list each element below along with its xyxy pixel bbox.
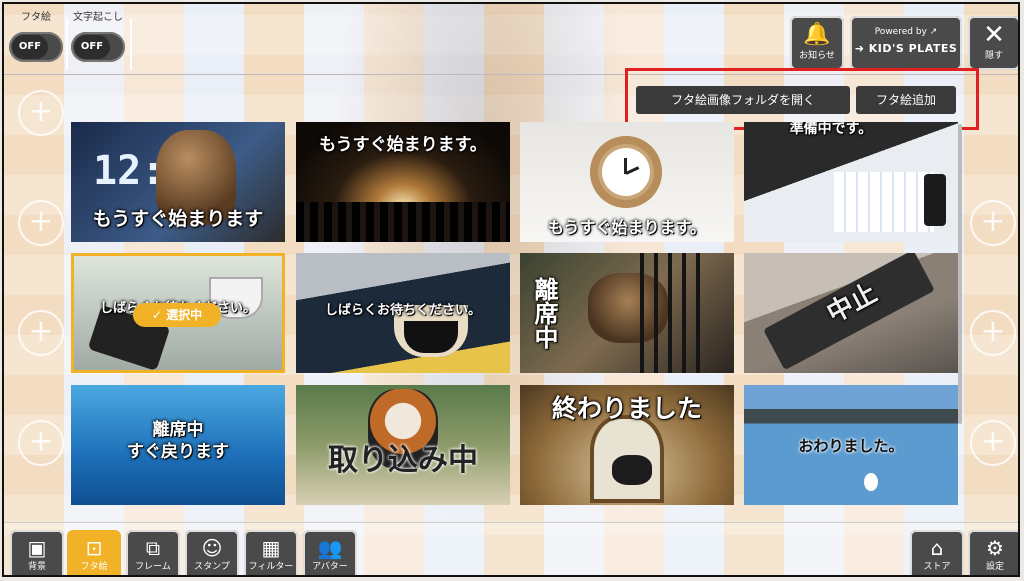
lid-image-tile[interactable]: 準備中です。 bbox=[744, 122, 958, 242]
image-icon: ▣ bbox=[27, 536, 47, 560]
wall-clock-image bbox=[590, 136, 662, 208]
toolbar-label: フレーム bbox=[135, 562, 171, 572]
tile-caption: もうすぐ始まります。 bbox=[319, 135, 487, 155]
selected-badge: ✓ 選択中 bbox=[133, 303, 221, 327]
toggle-state: OFF bbox=[12, 35, 48, 59]
plus-circle-icon: + bbox=[18, 200, 64, 246]
toggle-switch[interactable]: OFF bbox=[9, 32, 63, 62]
lid-image-tile[interactable]: おわりました。 bbox=[744, 385, 958, 505]
lid-image-tile-selected[interactable]: しばらくお待ちください。 ✓ 選択中 bbox=[71, 253, 285, 373]
notifications-button[interactable]: 🔔 お知らせ bbox=[790, 16, 844, 70]
toolbar-label: ストア bbox=[923, 562, 951, 572]
plus-circle-icon: + bbox=[18, 420, 64, 466]
toolbar-label: スタンプ bbox=[194, 562, 230, 572]
hide-label: 隠す bbox=[984, 51, 1003, 61]
lid-image-tile[interactable]: 離席中 bbox=[520, 253, 734, 373]
plus-circle-icon: + bbox=[18, 90, 64, 136]
lid-image-tile[interactable]: しばらくお待ちください。 bbox=[296, 253, 510, 373]
plus-circle-icon: + bbox=[18, 310, 64, 356]
tile-caption: 終わりました bbox=[551, 394, 702, 423]
tile-caption: 準備中です。 bbox=[789, 122, 873, 137]
toggle-switch[interactable]: OFF bbox=[71, 32, 125, 62]
tile-caption: 離席中 bbox=[530, 277, 558, 349]
plus-circle-icon: + bbox=[970, 200, 1016, 246]
lid-icon: ⊡ bbox=[85, 536, 103, 560]
smile-icon: ☺ bbox=[201, 536, 223, 560]
lid-image-tile[interactable]: もうすぐ始まります。 bbox=[520, 122, 734, 242]
external-link-icon: ↗ bbox=[929, 27, 938, 37]
chair-image bbox=[640, 253, 700, 373]
lid-image-tile[interactable]: 中止 bbox=[744, 253, 958, 373]
lid-image-tile[interactable]: 離席中 すぐ戻ります bbox=[71, 385, 285, 505]
toggle-label: フタ絵 bbox=[21, 12, 51, 23]
toggle-state: OFF bbox=[74, 35, 110, 59]
red-highlight-box bbox=[625, 68, 979, 130]
app-window: + + + + + + + フタ絵 OFF 文字起こし OFF 🔔 お知らせ P… bbox=[2, 2, 1020, 577]
tile-caption: 離席中 すぐ戻ります bbox=[127, 420, 229, 462]
cat-photo bbox=[612, 455, 652, 485]
toolbar-filter-button[interactable]: ▦ フィルター bbox=[244, 530, 298, 575]
toolbar-background-button[interactable]: ▣ 背景 bbox=[10, 530, 64, 575]
crowd-silhouette bbox=[296, 202, 510, 242]
toggle-lid-image[interactable]: フタ絵 OFF bbox=[6, 10, 66, 72]
tile-caption: 取り込み中 bbox=[328, 443, 478, 478]
divider bbox=[130, 18, 132, 70]
brand-name: ➜ KID'S PLATES bbox=[854, 42, 958, 55]
tile-caption: 中止 bbox=[822, 278, 883, 330]
tile-caption: しばらくお待ちください。 bbox=[324, 303, 481, 318]
tile-caption: おわりました。 bbox=[798, 437, 904, 455]
store-icon: ⌂ bbox=[930, 536, 944, 560]
kids-plates-link[interactable]: Powered by ↗ ➜ KID'S PLATES bbox=[850, 16, 962, 70]
hide-button[interactable]: ✕ 隠す bbox=[968, 16, 1018, 70]
avatar-icon: 👥 bbox=[317, 536, 343, 560]
lid-image-tile[interactable]: 取り込み中 bbox=[296, 385, 510, 505]
filter-icon: ▦ bbox=[261, 536, 281, 560]
toolbar-lid-button[interactable]: ⊡ フタ絵 bbox=[67, 530, 121, 575]
toolbar-label: 背景 bbox=[27, 562, 46, 572]
toggle-label: 文字起こし bbox=[73, 12, 123, 23]
toolbar-avatar-button[interactable]: 👥 アバター bbox=[303, 530, 357, 575]
toolbar-label: フィルター bbox=[248, 562, 294, 572]
brand-logo-icon: ➜ bbox=[854, 42, 865, 55]
toggle-transcription[interactable]: 文字起こし OFF bbox=[68, 10, 128, 72]
lid-image-tile[interactable]: 12:58 もうすぐ始まります bbox=[71, 122, 285, 242]
frame-icon: ⧉ bbox=[145, 536, 161, 560]
lid-image-tile[interactable]: もうすぐ始まります。 bbox=[296, 122, 510, 242]
toolbar-settings-button[interactable]: ⚙ 設定 bbox=[968, 530, 1018, 575]
toolbar-frame-button[interactable]: ⧉ フレーム bbox=[126, 530, 180, 575]
toolbar-stamp-button[interactable]: ☺ スタンプ bbox=[185, 530, 239, 575]
lid-image-tile[interactable]: 終わりました bbox=[520, 385, 734, 505]
powered-by-text: Powered by ↗ bbox=[874, 27, 938, 37]
toolbar-store-button[interactable]: ⌂ ストア bbox=[910, 530, 964, 575]
toolbar-label: 設定 bbox=[985, 562, 1004, 572]
seagull-image bbox=[864, 473, 878, 491]
grid-scrollbar[interactable] bbox=[958, 124, 962, 424]
chart-papers-image bbox=[834, 172, 934, 232]
tile-caption: もうすぐ始まります bbox=[92, 208, 264, 230]
bell-icon: 🔔 bbox=[803, 22, 831, 47]
phone-image bbox=[924, 174, 946, 226]
gear-icon: ⚙ bbox=[986, 536, 1004, 560]
plus-circle-icon: + bbox=[970, 310, 1016, 356]
plus-circle-icon: + bbox=[970, 420, 1016, 466]
toolbar-label: フタ絵 bbox=[80, 562, 108, 572]
close-icon: ✕ bbox=[983, 20, 1005, 50]
tile-caption: もうすぐ始まります。 bbox=[548, 218, 706, 237]
notifications-label: お知らせ bbox=[799, 51, 835, 61]
toolbar-label: アバター bbox=[312, 562, 348, 572]
